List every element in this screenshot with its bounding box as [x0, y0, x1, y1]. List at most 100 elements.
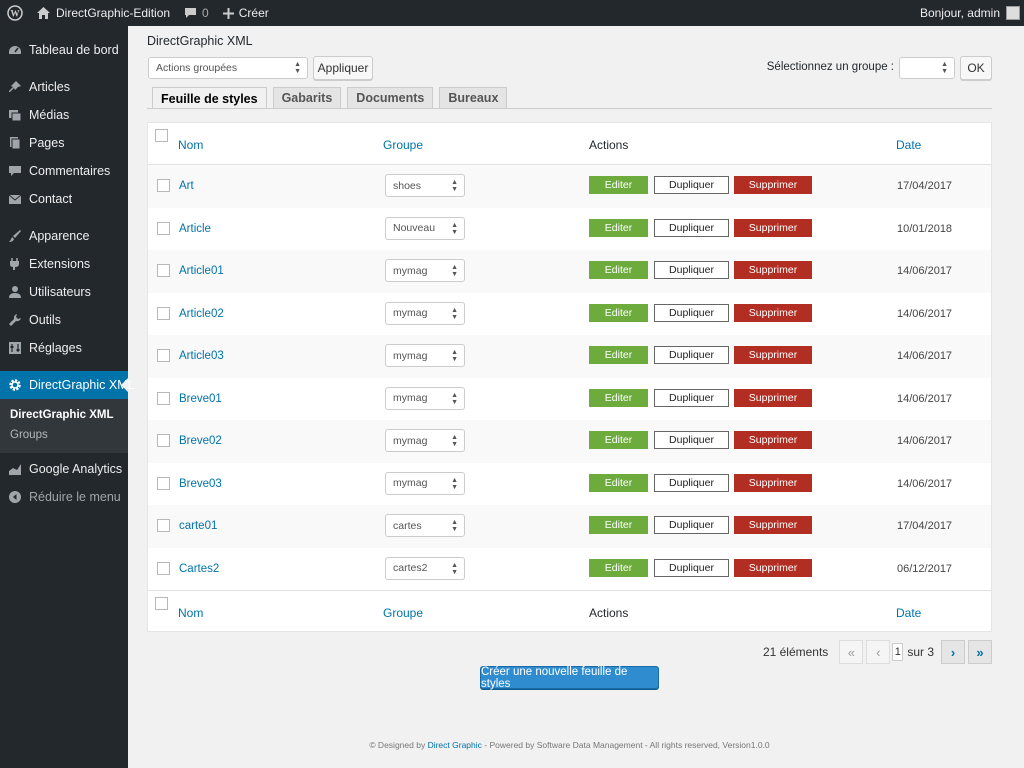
menu-utilisateurs[interactable]: Utilisateurs: [0, 278, 128, 306]
delete-button[interactable]: Supprimer: [734, 516, 812, 534]
site-name-link[interactable]: DirectGraphic-Edition: [30, 0, 177, 26]
edit-button[interactable]: Editer: [589, 473, 648, 492]
menu-pages[interactable]: Pages: [0, 129, 128, 157]
select-all-checkbox[interactable]: [155, 129, 168, 142]
create-stylesheet-button[interactable]: Créer une nouvelle feuille de styles: [480, 666, 659, 690]
duplicate-button[interactable]: Dupliquer: [654, 516, 729, 534]
menu-commentaires[interactable]: Commentaires: [0, 157, 128, 185]
column-nom-footer[interactable]: Nom: [178, 606, 203, 620]
delete-button[interactable]: Supprimer: [734, 346, 812, 364]
duplicate-button[interactable]: Dupliquer: [654, 261, 729, 279]
duplicate-button[interactable]: Dupliquer: [654, 303, 729, 322]
delete-button[interactable]: Supprimer: [734, 558, 812, 577]
prev-page-button[interactable]: ‹: [866, 640, 891, 664]
delete-button[interactable]: Supprimer: [734, 431, 812, 449]
row-name-link[interactable]: Cartes2: [179, 563, 219, 575]
tab-documents[interactable]: Documents: [347, 87, 434, 108]
duplicate-button[interactable]: Dupliquer: [654, 346, 729, 364]
edit-button[interactable]: Editer: [589, 176, 648, 194]
select-all-checkbox-footer[interactable]: [155, 597, 168, 610]
tab-gabarits[interactable]: Gabarits: [272, 87, 342, 108]
menu-medias[interactable]: Médias: [0, 101, 128, 129]
row-checkbox[interactable]: [157, 391, 170, 405]
comments-link[interactable]: 0: [177, 0, 216, 26]
row-checkbox[interactable]: [157, 221, 170, 235]
duplicate-button[interactable]: Dupliquer: [654, 558, 729, 577]
edit-button[interactable]: Editer: [589, 516, 648, 534]
row-name-link[interactable]: Breve03: [179, 478, 222, 490]
menu-google-analytics[interactable]: Google Analytics: [0, 455, 128, 483]
group-select[interactable]: ▲ ▼: [899, 57, 955, 79]
column-date-footer[interactable]: Date: [896, 606, 921, 620]
row-group-select[interactable]: Nouveau ▲ ▼: [385, 216, 465, 240]
delete-button[interactable]: Supprimer: [734, 388, 812, 407]
menu-apparence[interactable]: Apparence: [0, 222, 128, 250]
edit-button[interactable]: Editer: [589, 431, 648, 449]
row-group-select[interactable]: mymag ▲ ▼: [385, 429, 465, 452]
edit-button[interactable]: Editer: [589, 558, 648, 577]
delete-button[interactable]: Supprimer: [734, 303, 812, 322]
delete-button[interactable]: Supprimer: [734, 473, 812, 492]
row-checkbox[interactable]: [157, 434, 170, 447]
edit-button[interactable]: Editer: [589, 303, 648, 322]
row-group-select[interactable]: mymag ▲ ▼: [385, 301, 465, 325]
my-account[interactable]: Bonjour, admin: [913, 0, 1024, 26]
row-checkbox[interactable]: [157, 179, 170, 192]
submenu-groups[interactable]: Groups: [0, 425, 128, 445]
row-name-link[interactable]: Art: [179, 180, 194, 192]
row-name-link[interactable]: Article03: [179, 350, 224, 362]
edit-button[interactable]: Editer: [589, 261, 648, 279]
next-page-button[interactable]: ›: [941, 640, 965, 664]
row-group-select[interactable]: shoes ▲ ▼: [385, 174, 465, 197]
row-checkbox[interactable]: [157, 561, 170, 575]
menu-reglages[interactable]: Réglages: [0, 334, 128, 362]
duplicate-button[interactable]: Dupliquer: [654, 218, 729, 237]
menu-extensions[interactable]: Extensions: [0, 250, 128, 278]
tab-feuille-de-styles[interactable]: Feuille de styles: [152, 87, 267, 109]
delete-button[interactable]: Supprimer: [734, 218, 812, 237]
menu-outils[interactable]: Outils: [0, 306, 128, 334]
row-group-select[interactable]: mymag ▲ ▼: [385, 386, 465, 410]
row-group-select[interactable]: cartes2 ▲ ▼: [385, 556, 465, 580]
row-checkbox[interactable]: [157, 519, 170, 532]
row-name-link[interactable]: Article: [179, 223, 211, 235]
column-nom[interactable]: Nom: [178, 138, 203, 152]
bulk-actions-select[interactable]: Actions groupées ▲ ▼: [148, 57, 308, 79]
collapse-menu[interactable]: Réduire le menu: [0, 483, 128, 511]
row-group-select[interactable]: mymag ▲ ▼: [385, 471, 465, 495]
edit-button[interactable]: Editer: [589, 388, 648, 407]
edit-button[interactable]: Editer: [589, 218, 648, 237]
row-name-link[interactable]: Article02: [179, 308, 224, 320]
last-page-button[interactable]: »: [968, 640, 992, 664]
row-checkbox[interactable]: [157, 306, 170, 320]
duplicate-button[interactable]: Dupliquer: [654, 431, 729, 449]
menu-contact[interactable]: Contact: [0, 185, 128, 213]
row-checkbox[interactable]: [157, 349, 170, 362]
first-page-button[interactable]: «: [839, 640, 864, 664]
menu-articles[interactable]: Articles: [0, 73, 128, 101]
column-date[interactable]: Date: [896, 138, 921, 152]
menu-directgraphic-xml[interactable]: DirectGraphic XML: [0, 371, 135, 399]
row-name-link[interactable]: Breve02: [179, 435, 222, 447]
current-page-input[interactable]: 1: [892, 643, 904, 661]
row-name-link[interactable]: carte01: [179, 520, 217, 532]
row-name-link[interactable]: Article01: [179, 265, 224, 277]
duplicate-button[interactable]: Dupliquer: [654, 388, 729, 407]
row-group-select[interactable]: cartes ▲ ▼: [385, 514, 465, 537]
new-content-link[interactable]: Créer: [216, 0, 276, 26]
apply-button[interactable]: Appliquer: [313, 56, 373, 80]
duplicate-button[interactable]: Dupliquer: [654, 176, 729, 194]
submenu-directgraphic-xml[interactable]: DirectGraphic XML: [0, 405, 128, 425]
row-group-select[interactable]: mymag ▲ ▼: [385, 259, 465, 282]
row-checkbox[interactable]: [157, 476, 170, 490]
column-groupe[interactable]: Groupe: [383, 138, 423, 152]
delete-button[interactable]: Supprimer: [734, 176, 812, 194]
tab-bureaux[interactable]: Bureaux: [439, 87, 508, 108]
menu-dashboard[interactable]: Tableau de bord: [0, 36, 128, 64]
edit-button[interactable]: Editer: [589, 346, 648, 364]
duplicate-button[interactable]: Dupliquer: [654, 473, 729, 492]
row-name-link[interactable]: Breve01: [179, 393, 222, 405]
row-checkbox[interactable]: [157, 264, 170, 277]
column-groupe-footer[interactable]: Groupe: [383, 606, 423, 620]
wordpress-logo[interactable]: W: [0, 0, 30, 26]
